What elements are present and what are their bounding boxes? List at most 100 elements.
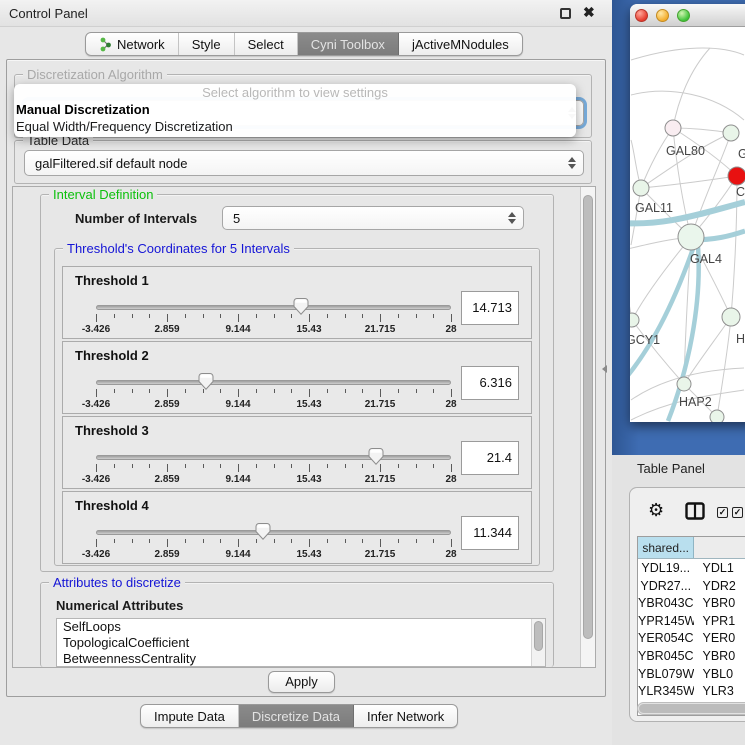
- table-row[interactable]: YBR043CYBR0: [638, 594, 745, 612]
- network-node[interactable]: [665, 120, 681, 136]
- network-node[interactable]: [678, 224, 704, 250]
- table-panel-title: Table Panel: [637, 461, 705, 476]
- scrollbar-thumb[interactable]: [639, 704, 745, 713]
- dropdown-options: Manual DiscretizationEqual Width/Frequen…: [14, 101, 576, 135]
- tab-label: Impute Data: [154, 709, 225, 724]
- table-row[interactable]: YBR045CYBR0: [638, 647, 745, 665]
- network-node[interactable]: [677, 377, 691, 391]
- tab-jactivemnodules[interactable]: jActiveMNodules: [399, 33, 522, 55]
- table-cell[interactable]: YDL19...: [638, 559, 694, 577]
- slider-thumb[interactable]: [198, 373, 214, 390]
- table-cell[interactable]: YBR0: [694, 594, 745, 612]
- table-row[interactable]: YDL19...YDL1: [638, 559, 745, 577]
- slider-track[interactable]: [96, 380, 451, 385]
- table-row[interactable]: YLR345WYLR3: [638, 682, 745, 700]
- column-header-name[interactable]: n: [694, 537, 745, 558]
- table-cell[interactable]: YDR2: [694, 577, 745, 595]
- checkbox-checked-icon[interactable]: ✓: [732, 507, 743, 518]
- attributes-scrollbar[interactable]: [531, 619, 545, 666]
- table-row[interactable]: YER054CYER0: [638, 629, 745, 647]
- threshold-label: Threshold 1: [75, 273, 149, 288]
- table-row[interactable]: YPR145WYPR1: [638, 612, 745, 630]
- table-row[interactable]: YDR27...YDR2: [638, 577, 745, 595]
- apply-button[interactable]: Apply: [268, 671, 335, 693]
- slider-thumb[interactable]: [368, 448, 384, 465]
- network-node[interactable]: [633, 180, 649, 196]
- network-node[interactable]: [630, 313, 639, 327]
- float-window-icon[interactable]: [560, 8, 571, 19]
- table-cell[interactable]: YBL0: [694, 665, 745, 683]
- table-cell[interactable]: YLR345W: [638, 682, 694, 700]
- slider-thumb[interactable]: [293, 298, 309, 315]
- horizontal-scrollbar[interactable]: [637, 702, 745, 715]
- tab-discretize-data[interactable]: Discretize Data: [239, 705, 354, 727]
- slider-track[interactable]: [96, 455, 451, 460]
- tab-network[interactable]: Network: [86, 33, 179, 55]
- split-pane-collapse-icon[interactable]: [602, 365, 607, 373]
- slider-track[interactable]: [96, 305, 451, 310]
- threshold-label: Threshold 4: [75, 498, 149, 513]
- table-cell[interactable]: YER054C: [638, 629, 694, 647]
- checkbox-checked-icon[interactable]: ✓: [717, 507, 728, 518]
- table-cell[interactable]: YBL079W: [638, 665, 694, 683]
- table-cell[interactable]: YDL1: [694, 559, 745, 577]
- number-of-intervals-combobox[interactable]: 5: [222, 206, 524, 230]
- zoom-traffic-light-icon[interactable]: [677, 9, 690, 22]
- threshold-sliders-container: Threshold 1 -3.4262.8599.14415.4321.71528…: [62, 266, 532, 566]
- vertical-scrollbar[interactable]: [580, 187, 595, 667]
- table-cell[interactable]: YBR045C: [638, 647, 694, 665]
- axis-tick-label: 15.43: [296, 399, 321, 410]
- attribute-list-item[interactable]: SelfLoops: [57, 619, 545, 635]
- table-data-combobox[interactable]: galFiltered.sif default node: [24, 150, 584, 176]
- table-row[interactable]: YBL079WYBL0: [638, 665, 745, 683]
- settings-gear-icon[interactable]: ⚙: [648, 501, 664, 519]
- axis-tick-label: 28: [445, 474, 456, 485]
- table-cell[interactable]: YBR043C: [638, 594, 694, 612]
- threshold-value-field[interactable]: 11.344: [461, 516, 519, 550]
- axis-tick-label: -3.426: [82, 474, 110, 485]
- table-cell[interactable]: YPR145W: [638, 612, 694, 630]
- slider-axis-labels: -3.4262.8599.14415.4321.71528: [96, 324, 451, 336]
- axis-tick-label: -3.426: [82, 399, 110, 410]
- number-of-intervals-label: Number of Intervals: [75, 211, 197, 226]
- tab-cyni-toolbox[interactable]: Cyni Toolbox: [298, 33, 399, 55]
- table-header-row: shared... n: [638, 537, 745, 559]
- tab-impute-data[interactable]: Impute Data: [141, 705, 239, 727]
- threshold-value-field[interactable]: 21.4: [461, 441, 519, 475]
- table-cell[interactable]: YBR0: [694, 647, 745, 665]
- dropdown-hint-item[interactable]: Select algorithm to view settings: [14, 84, 576, 101]
- network-node[interactable]: [723, 125, 739, 141]
- dropdown-option[interactable]: Equal Width/Frequency Discretization: [14, 118, 576, 135]
- slider-thumb[interactable]: [255, 523, 271, 540]
- slider-track[interactable]: [96, 530, 451, 535]
- bottom-tab-bar: Impute Data Discretize DataInfer Network: [140, 704, 458, 728]
- table-cell[interactable]: YPR1: [694, 612, 745, 630]
- scrollbar-thumb[interactable]: [534, 621, 543, 651]
- network-window-titlebar[interactable]: [630, 4, 745, 27]
- tab-style[interactable]: Style: [179, 33, 235, 55]
- axis-tick-label: 15.43: [296, 549, 321, 560]
- network-node[interactable]: [710, 410, 724, 422]
- tab-select[interactable]: Select: [235, 33, 298, 55]
- split-view-icon[interactable]: [685, 502, 705, 523]
- scrollbar-thumb[interactable]: [583, 195, 593, 639]
- close-traffic-light-icon[interactable]: [635, 9, 648, 22]
- tab-infer-network[interactable]: Infer Network: [354, 705, 457, 727]
- column-header-shared[interactable]: shared...: [638, 537, 694, 558]
- attribute-list-item[interactable]: TopologicalCoefficient: [57, 635, 545, 651]
- threshold-value-field[interactable]: 14.713: [461, 291, 519, 325]
- threshold-value-field[interactable]: 6.316: [461, 366, 519, 400]
- table-cell[interactable]: YER0: [694, 629, 745, 647]
- slider-ticks: [96, 539, 451, 548]
- close-icon[interactable]: ✖: [583, 4, 595, 21]
- network-canvas[interactable]: GAL80GACGAL11GAL4GCY1HHAP2: [630, 27, 745, 422]
- attribute-list-item[interactable]: BetweennessCentrality: [57, 651, 545, 667]
- table-cell[interactable]: YLR3: [694, 682, 745, 700]
- network-node[interactable]: [722, 308, 740, 326]
- dropdown-option[interactable]: Manual Discretization: [14, 101, 576, 118]
- minimize-traffic-light-icon[interactable]: [656, 9, 669, 22]
- network-node-label: HAP2: [679, 395, 712, 409]
- table-cell[interactable]: YDR27...: [638, 577, 694, 595]
- threshold-panel: Threshold 4-3.4262.8599.14415.4321.71528…: [62, 491, 532, 564]
- network-node[interactable]: [728, 167, 745, 185]
